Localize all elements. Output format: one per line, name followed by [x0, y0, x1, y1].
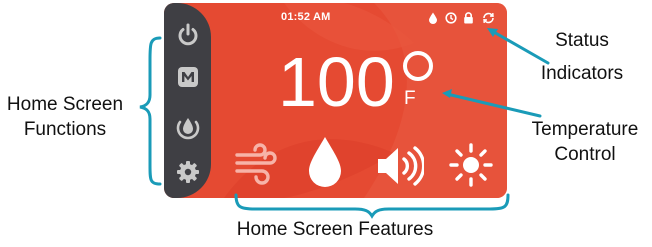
annotation-layer: [139, 28, 550, 219]
status-arrow-line: [490, 29, 550, 65]
temperature-arrow-head: [442, 89, 452, 98]
features-bracket: [234, 193, 510, 219]
functions-bracket: [139, 36, 162, 186]
temperature-arrow-line: [445, 92, 542, 118]
